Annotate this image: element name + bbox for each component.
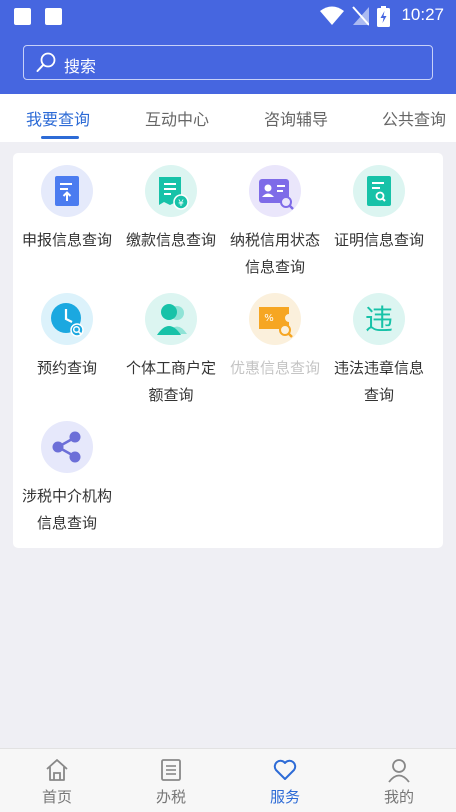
- nav-tax-handling[interactable]: 办税: [114, 749, 228, 812]
- service-label: 违法违章信息查询: [333, 359, 424, 404]
- tab-interaction-center[interactable]: 互动中心: [145, 106, 209, 130]
- discount-ticket-icon: %: [249, 293, 301, 345]
- clock: 10:27: [401, 5, 444, 24]
- payment-doc-icon: ¥: [145, 165, 197, 217]
- notification-icon: [14, 8, 31, 25]
- service-discount-query: % 优惠信息查询: [223, 293, 327, 382]
- user-icon: [388, 759, 410, 783]
- service-label: 预约查询: [36, 359, 97, 377]
- no-signal-icon: [352, 6, 369, 26]
- tab-consultation[interactable]: 咨询辅导: [264, 106, 328, 130]
- service-individual-quota-query[interactable]: 个体工商户定额查询: [119, 293, 223, 409]
- bottom-nav: 首页 办税 服务 我的: [0, 748, 456, 812]
- wifi-icon: [320, 6, 344, 25]
- service-label: 涉税中介机构信息查询: [21, 487, 112, 532]
- declare-doc-icon: [41, 165, 93, 217]
- nav-label: 办税: [155, 788, 186, 806]
- home-icon: [46, 759, 68, 781]
- violation-character-icon: 违: [353, 293, 405, 345]
- certificate-search-icon: [353, 165, 405, 217]
- search-input[interactable]: 搜索: [23, 45, 433, 80]
- tab-bar: 我要查询 互动中心 咨询辅导 公共查询: [0, 94, 456, 142]
- service-violation-query[interactable]: 违 违法违章信息查询: [327, 293, 431, 409]
- tab-indicator: [41, 136, 79, 139]
- battery-icon: [377, 6, 390, 27]
- nav-home[interactable]: 首页: [0, 749, 114, 812]
- service-declare-query[interactable]: 申报信息查询: [15, 165, 119, 254]
- service-label: 证明信息查询: [333, 231, 424, 249]
- tab-public-query[interactable]: 公共查询: [382, 106, 446, 130]
- service-certificate-query[interactable]: 证明信息查询: [327, 165, 431, 254]
- service-appointment-query[interactable]: 预约查询: [15, 293, 119, 382]
- nav-mine[interactable]: 我的: [342, 749, 456, 812]
- person-icon: [145, 293, 197, 345]
- svg-text:¥: ¥: [178, 199, 184, 209]
- search-icon: [36, 52, 56, 72]
- service-label: 个体工商户定额查询: [125, 359, 216, 404]
- svg-text:%: %: [264, 313, 274, 324]
- service-label: 申报信息查询: [21, 231, 112, 249]
- svg-text:违: 违: [365, 303, 393, 336]
- service-payment-query[interactable]: ¥ 缴款信息查询: [119, 165, 223, 254]
- search-header: 搜索: [0, 32, 456, 94]
- nav-label: 服务: [269, 788, 300, 806]
- id-card-search-icon: [249, 165, 301, 217]
- service-label: 优惠信息查询: [229, 359, 320, 377]
- search-placeholder: 搜索: [64, 57, 97, 76]
- share-icon: [41, 421, 93, 473]
- nav-label: 首页: [41, 788, 72, 806]
- nav-label: 我的: [383, 788, 414, 806]
- service-label: 纳税信用状态信息查询: [229, 231, 320, 276]
- service-grid: 申报信息查询 ¥ 缴款信息查询 纳税信用状态信息查询 证明信息查询 预约查询 个…: [13, 153, 443, 548]
- status-bar: 10:27: [0, 0, 456, 32]
- list-icon: [161, 759, 181, 781]
- service-tax-agency-query[interactable]: 涉税中介机构信息查询: [15, 421, 119, 537]
- service-label: 缴款信息查询: [125, 231, 216, 249]
- heart-icon: [273, 759, 297, 780]
- nav-service[interactable]: 服务: [228, 749, 342, 812]
- tab-my-query[interactable]: 我要查询: [26, 106, 90, 130]
- service-credit-status-query[interactable]: 纳税信用状态信息查询: [223, 165, 327, 281]
- clock-search-icon: [41, 293, 93, 345]
- notification-icon: [45, 8, 62, 25]
